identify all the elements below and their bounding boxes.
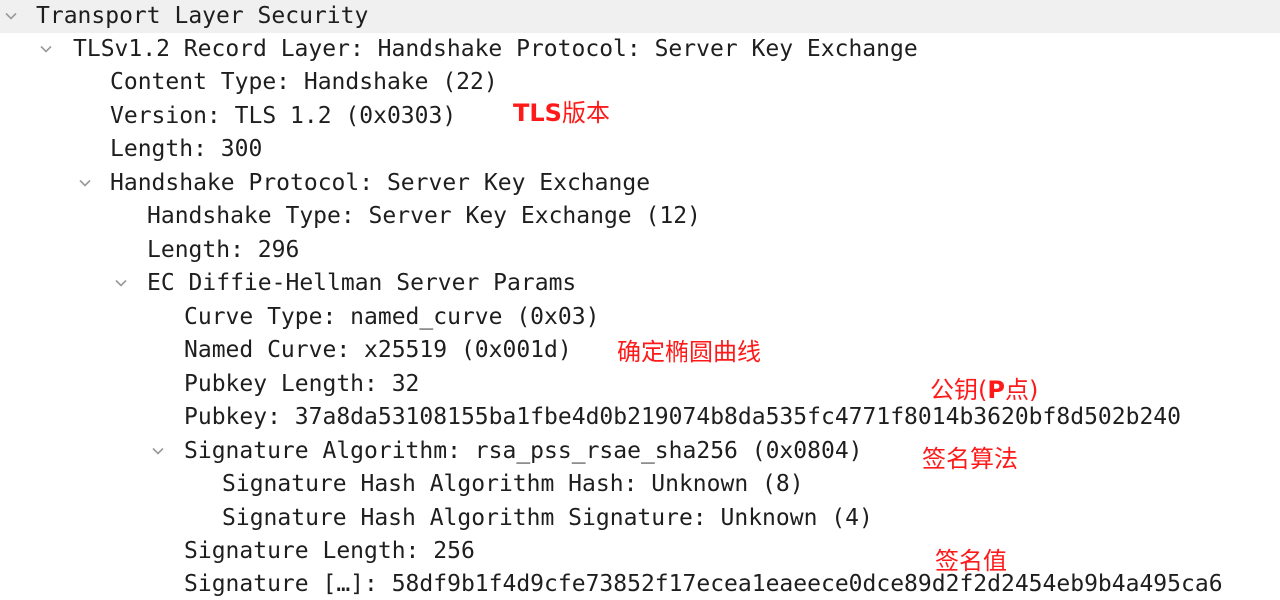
chevron-down-icon[interactable] <box>152 445 164 457</box>
tree-row-label: Content Type: Handshake (22) <box>110 69 498 95</box>
annotation-tls-version: TLS版本 <box>513 98 610 128</box>
tree-row-label: Pubkey Length: 32 <box>184 371 420 397</box>
annotation-signature-value: 签名值 <box>935 547 1007 575</box>
annotation-pubkey: 公钥(P点) <box>930 375 1038 405</box>
packet-details-pane: Transport Layer Security TLSv1.2 Record … <box>0 0 1280 600</box>
tree-row-label: Length: 296 <box>147 237 300 263</box>
tree-row-label: Signature Hash Algorithm Signature: Unkn… <box>222 505 873 531</box>
tree-row-label: Signature […]: 58df9b1f4d9cfe73852f17ece… <box>184 571 1223 597</box>
tree-row-label: Named Curve: x25519 (0x001d) <box>184 337 572 363</box>
tree-row-label: EC Diffie-Hellman Server Params <box>147 270 577 296</box>
chevron-down-icon[interactable] <box>40 43 52 55</box>
annotation-tls-version-cjk: 版本 <box>561 99 610 127</box>
tree-row-label: Transport Layer Security <box>36 3 369 29</box>
tree-row-label: Handshake Protocol: Server Key Exchange <box>110 170 651 196</box>
tree-row-label: Version: TLS 1.2 (0x0303) <box>110 103 457 129</box>
annotation-curve: 确定椭圆曲线 <box>617 338 761 366</box>
tree-row-label: Signature Hash Algorithm Hash: Unknown (… <box>222 471 804 497</box>
chevron-down-icon[interactable] <box>79 177 91 189</box>
annotation-pubkey-pre: 公钥( <box>930 376 988 404</box>
chevron-down-icon[interactable] <box>115 277 127 289</box>
tree-row-label: Length: 300 <box>110 136 263 162</box>
annotation-tls-version-latin: TLS <box>513 99 562 127</box>
annotation-pubkey-post: 点) <box>1004 376 1039 404</box>
annotation-signature-algorithm: 签名算法 <box>922 445 1018 473</box>
tree-row-label: Signature Length: 256 <box>184 538 475 564</box>
tree-row-label: Handshake Type: Server Key Exchange (12) <box>147 203 701 229</box>
tree-row-label: Curve Type: named_curve (0x03) <box>184 304 600 330</box>
tree-row-label: Pubkey: 37a8da53108155ba1fbe4d0b219074b8… <box>184 404 1181 430</box>
tree-row-label: Signature Algorithm: rsa_pss_rsae_sha256… <box>184 438 863 464</box>
annotation-pubkey-bold: P <box>987 376 1005 404</box>
tree-row-label: TLSv1.2 Record Layer: Handshake Protocol… <box>73 36 918 62</box>
chevron-down-icon[interactable] <box>5 10 17 22</box>
